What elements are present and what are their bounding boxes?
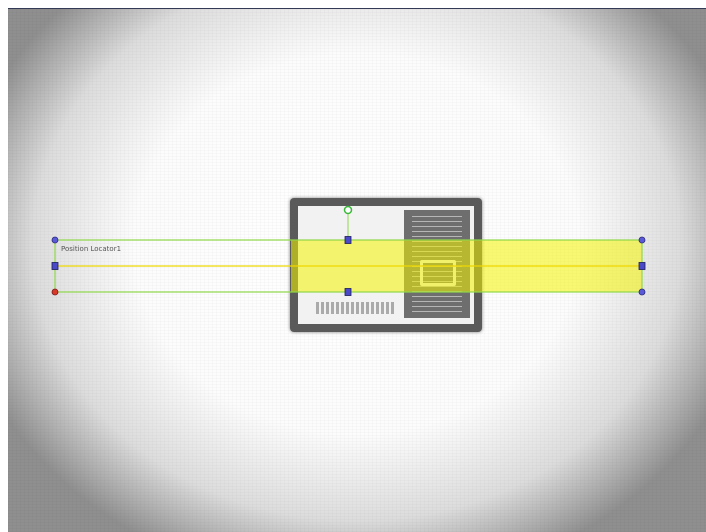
corner-handle-top-right-icon[interactable] <box>638 236 646 244</box>
camera-viewport[interactable]: Position Locator1 <box>0 0 706 532</box>
edge-handle-top-icon[interactable] <box>344 236 352 244</box>
tool-overlay <box>51 205 646 296</box>
tool-name-label: Position Locator1 <box>61 245 122 253</box>
rotation-handle-icon[interactable] <box>343 205 353 215</box>
corner-handle-bottom-right-icon[interactable] <box>638 288 646 296</box>
edge-handle-left-icon[interactable] <box>51 262 59 270</box>
corner-handle-top-left-icon[interactable] <box>51 236 59 244</box>
origin-handle-icon[interactable] <box>51 288 59 296</box>
edge-handle-right-icon[interactable] <box>638 262 646 270</box>
edge-handle-bottom-icon[interactable] <box>344 288 352 296</box>
